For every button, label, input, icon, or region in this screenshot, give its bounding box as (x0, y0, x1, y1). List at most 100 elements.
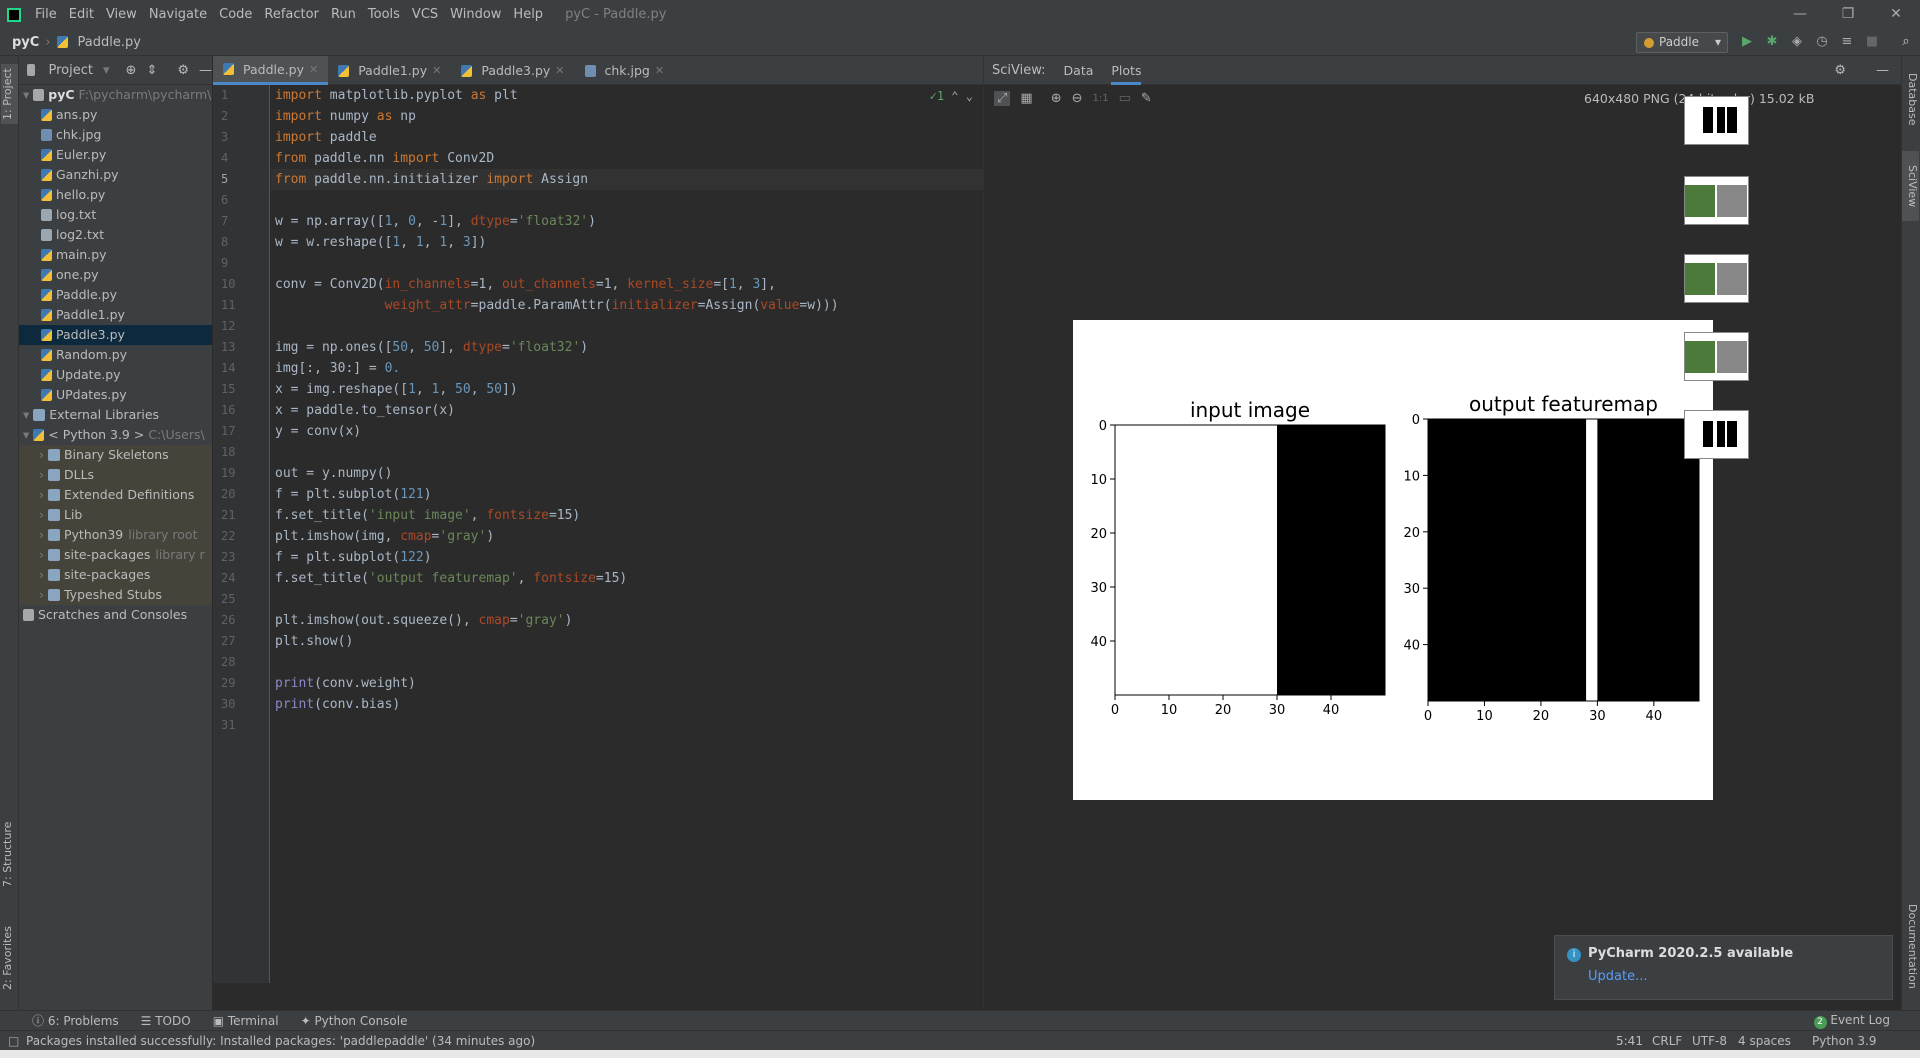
code-line[interactable]: f.set_title('input image', fontsize=15) (271, 505, 983, 526)
tree-library[interactable]: › site-packages (19, 565, 212, 585)
sciview-tool-tab[interactable]: SciView (1902, 151, 1919, 221)
run-config-select[interactable]: Paddle (1636, 32, 1728, 53)
menu-vcs[interactable]: VCS (406, 0, 444, 29)
tree-file[interactable]: Paddle.py (19, 285, 212, 305)
code-line[interactable]: plt.imshow(out.squeeze(), cmap='gray') (271, 610, 983, 631)
tree-file[interactable]: Update.py (19, 365, 212, 385)
hide-icon[interactable]: — (1876, 63, 1889, 78)
plot-thumbnail[interactable] (1684, 254, 1749, 303)
code-line[interactable]: x = img.reshape([1, 1, 50, 50]) (271, 379, 983, 400)
locate-icon[interactable]: ⊕ (126, 63, 137, 78)
tab-paddle-py[interactable]: Paddle.py ✕ (213, 55, 329, 85)
search-icon[interactable]: ⌕ (1898, 34, 1914, 50)
breadcrumb-project[interactable]: pyC (12, 35, 39, 50)
database-tool-tab[interactable]: Database (1902, 64, 1919, 134)
plot-thumbnail[interactable] (1684, 176, 1749, 225)
tree-file[interactable]: log.txt (19, 205, 212, 225)
terminal-tab[interactable]: ▣ Terminal (213, 1014, 279, 1028)
code-line[interactable]: f = plt.subplot(122) (271, 547, 983, 568)
tree-library[interactable]: › site-packages library r (19, 545, 212, 565)
menu-window[interactable]: Window (444, 0, 507, 29)
code-line[interactable] (271, 442, 983, 463)
event-log-tab[interactable]: 2 Event Log (1813, 1013, 1890, 1029)
tab-paddle3-py[interactable]: Paddle3.py ✕ (451, 56, 574, 85)
code-line[interactable] (271, 652, 983, 673)
fit-window-icon[interactable]: ▭ (1119, 91, 1131, 106)
run-concurrency-icon[interactable]: ≡ (1839, 34, 1855, 50)
tab-data[interactable]: Data (1064, 56, 1094, 85)
tree-library[interactable]: › Python39 library root (19, 525, 212, 545)
chevron-down-icon[interactable]: ⌄ (966, 89, 973, 103)
menu-help[interactable]: Help (507, 0, 549, 29)
code-line[interactable]: from paddle.nn import Conv2D (271, 148, 983, 169)
tab-chk-jpg[interactable]: chk.jpg ✕ (575, 56, 675, 85)
menu-file[interactable]: File (29, 0, 63, 29)
code-line[interactable]: plt.imshow(img, cmap='gray') (271, 526, 983, 547)
color-picker-icon[interactable]: ✎ (1141, 91, 1152, 106)
chevron-down-icon[interactable]: ▾ (103, 63, 110, 78)
code-line[interactable] (271, 316, 983, 337)
fit-zoom-icon[interactable]: ⤢ (994, 90, 1011, 106)
plot-thumbnail[interactable] (1684, 410, 1749, 459)
coverage-icon[interactable]: ◈ (1789, 34, 1805, 50)
breadcrumb-file[interactable]: Paddle.py (78, 35, 141, 50)
tree-external-libraries[interactable]: ▾ External Libraries (19, 405, 212, 425)
code-line[interactable]: print(conv.weight) (271, 673, 983, 694)
minimize-icon[interactable]: — (1776, 0, 1824, 29)
structure-tool-tab[interactable]: 7: Structure (1, 816, 18, 892)
tree-file[interactable]: ans.py (19, 105, 212, 125)
tree-file[interactable]: log2.txt (19, 225, 212, 245)
documentation-tool-tab[interactable]: Documentation (1902, 896, 1919, 996)
indent-setting[interactable]: 4 spaces (1738, 1031, 1791, 1051)
tree-file[interactable]: Paddle1.py (19, 305, 212, 325)
code-line[interactable]: import numpy as np (271, 106, 983, 127)
code-line[interactable]: w = np.array([1, 0, -1], dtype='float32'… (271, 211, 983, 232)
tree-library[interactable]: › Lib (19, 505, 212, 525)
project-tool-tab[interactable]: 1: Project (1, 64, 18, 124)
problems-tab[interactable]: ⓘ 6: Problems (32, 1012, 119, 1029)
menu-tools[interactable]: Tools (362, 0, 406, 29)
chevron-up-icon[interactable]: ⌃ (951, 89, 958, 103)
tree-file[interactable]: Random.py (19, 345, 212, 365)
close-tab-icon[interactable]: ✕ (655, 56, 664, 85)
code-line[interactable] (271, 190, 983, 211)
code-line[interactable] (271, 715, 983, 736)
hide-icon[interactable]: — (199, 63, 212, 78)
tree-file[interactable]: Euler.py (19, 145, 212, 165)
tree-file[interactable]: Paddle3.py (19, 325, 212, 345)
stop-icon[interactable]: ■ (1864, 34, 1880, 50)
close-icon[interactable]: ✕ (1872, 0, 1920, 29)
code-line[interactable]: y = conv(x) (271, 421, 983, 442)
update-link[interactable]: Update... (1588, 969, 1647, 984)
code-line[interactable]: f = plt.subplot(121) (271, 484, 983, 505)
todo-tab[interactable]: ☰ TODO (141, 1014, 191, 1028)
close-tab-icon[interactable]: ✕ (555, 56, 564, 85)
tree-library[interactable]: › Extended Definitions (19, 485, 212, 505)
code-line[interactable]: import matplotlib.pyplot as plt (271, 85, 983, 106)
code-line[interactable]: conv = Conv2D(in_channels=1, out_channel… (271, 274, 983, 295)
status-message[interactable]: Packages installed successfully: Install… (26, 1031, 535, 1051)
run-icon[interactable]: ▶ (1739, 34, 1755, 50)
code-line[interactable]: w = w.reshape([1, 1, 1, 3]) (271, 232, 983, 253)
tab-paddle1-py[interactable]: Paddle1.py ✕ (328, 56, 451, 85)
close-tab-icon[interactable]: ✕ (309, 55, 318, 84)
actual-size-button[interactable]: 1:1 (1093, 93, 1109, 104)
tree-library[interactable]: › Typeshed Stubs (19, 585, 212, 605)
close-tab-icon[interactable]: ✕ (432, 56, 441, 85)
interpreter[interactable]: Python 3.9 (1812, 1031, 1877, 1051)
collapse-all-icon[interactable]: ⇕ (146, 63, 157, 78)
tree-python-sdk[interactable]: ▾ < Python 3.9 > C:\Users\ (19, 425, 212, 445)
debug-icon[interactable]: ✱ (1764, 34, 1780, 50)
favorites-tool-tab[interactable]: 2: Favorites (1, 918, 18, 998)
code-editor[interactable]: import matplotlib.pyplot as plt import nu… (271, 85, 983, 983)
restore-icon[interactable]: ❐ (1824, 0, 1872, 29)
menu-code[interactable]: Code (213, 0, 258, 29)
tree-file[interactable]: one.py (19, 265, 212, 285)
tree-file[interactable]: hello.py (19, 185, 212, 205)
tree-file[interactable]: Ganzhi.py (19, 165, 212, 185)
code-line[interactable]: print(conv.bias) (271, 694, 983, 715)
zoom-out-icon[interactable]: ⊖ (1072, 91, 1083, 106)
project-view-select[interactable]: Project (49, 63, 93, 78)
menu-view[interactable]: View (100, 0, 143, 29)
grid-icon[interactable]: ▦ (1020, 91, 1032, 106)
